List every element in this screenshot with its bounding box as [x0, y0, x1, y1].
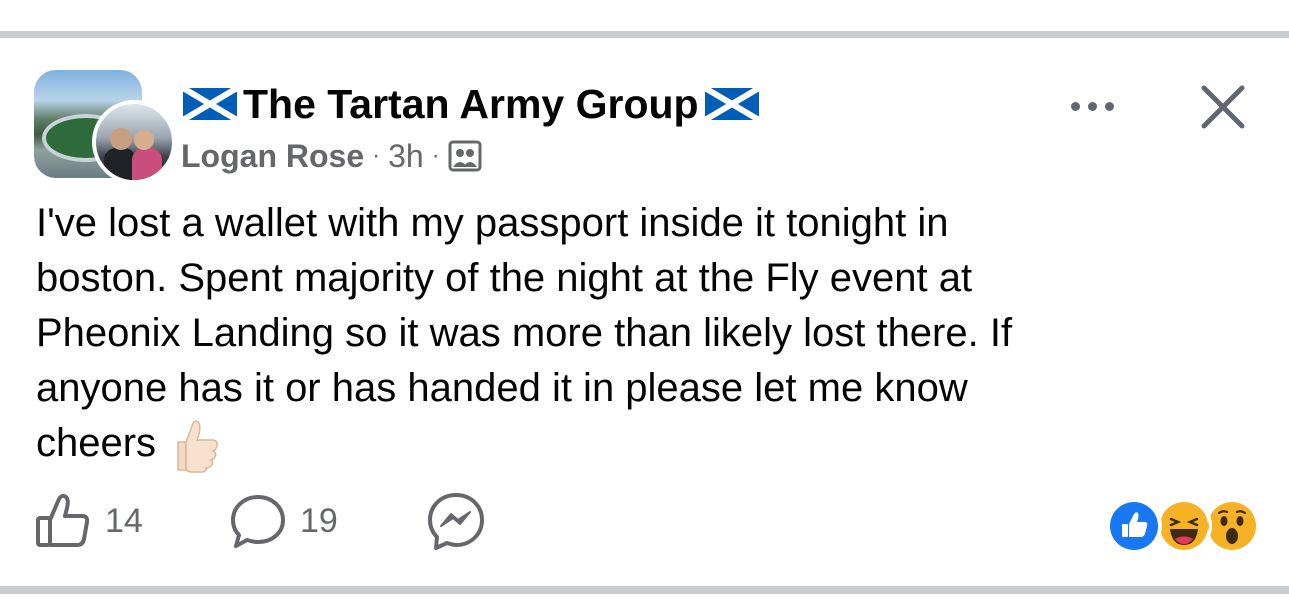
- person-shape: [132, 148, 162, 180]
- scotland-flag-icon: [183, 88, 237, 120]
- send-button[interactable]: [425, 491, 487, 551]
- comment-button[interactable]: 19: [228, 491, 338, 551]
- post-text-line: I've lost a wallet with my passport insi…: [36, 201, 949, 245]
- wow-reaction-icon: [1204, 498, 1260, 554]
- comment-bubble-icon: [231, 495, 285, 548]
- meta-separator: ·: [372, 142, 381, 169]
- dot: [1070, 101, 1080, 111]
- post-text-line: cheers: [36, 421, 157, 465]
- person-head: [134, 130, 154, 150]
- person-head: [110, 128, 132, 150]
- post-meta: Logan Rose · 3h ·: [181, 137, 482, 175]
- bottom-separator: [0, 586, 1289, 594]
- like-reaction-icon: [1106, 498, 1162, 554]
- group-name[interactable]: The Tartan Army Group: [243, 81, 699, 128]
- post-text-line: anyone has it or has handed it in please…: [36, 366, 968, 410]
- post-text-line: boston. Spent majority of the night at t…: [36, 256, 973, 300]
- haha-reaction-icon: [1156, 498, 1212, 554]
- like-button[interactable]: 14: [33, 491, 143, 551]
- thumbs-up-emoji: [177, 420, 218, 473]
- top-separator: [0, 31, 1289, 38]
- meta-separator: ·: [431, 142, 440, 169]
- post-time[interactable]: 3h: [388, 138, 424, 175]
- reaction-summary[interactable]: [1106, 498, 1260, 554]
- author-avatar[interactable]: [92, 100, 176, 184]
- like-count: 14: [105, 501, 143, 540]
- post-text-last-line: cheers: [36, 416, 1216, 474]
- close-icon[interactable]: [1196, 80, 1250, 134]
- post-body: I've lost a wallet with my passport insi…: [36, 196, 1216, 474]
- post-text-line: Pheonix Landing so it was more than like…: [36, 311, 1013, 355]
- dot: [1087, 101, 1097, 111]
- scotland-flag-icon: [704, 88, 759, 120]
- group-members-icon: [448, 140, 482, 172]
- group-name-row[interactable]: The Tartan Army Group: [183, 78, 759, 130]
- comment-count: 19: [300, 501, 338, 540]
- messenger-icon: [428, 493, 484, 550]
- thumbs-up-outline-icon: [36, 493, 90, 547]
- more-options-button[interactable]: [1062, 86, 1122, 126]
- author-name[interactable]: Logan Rose: [181, 138, 364, 175]
- dot: [1104, 101, 1114, 111]
- post-avatar[interactable]: [34, 70, 176, 184]
